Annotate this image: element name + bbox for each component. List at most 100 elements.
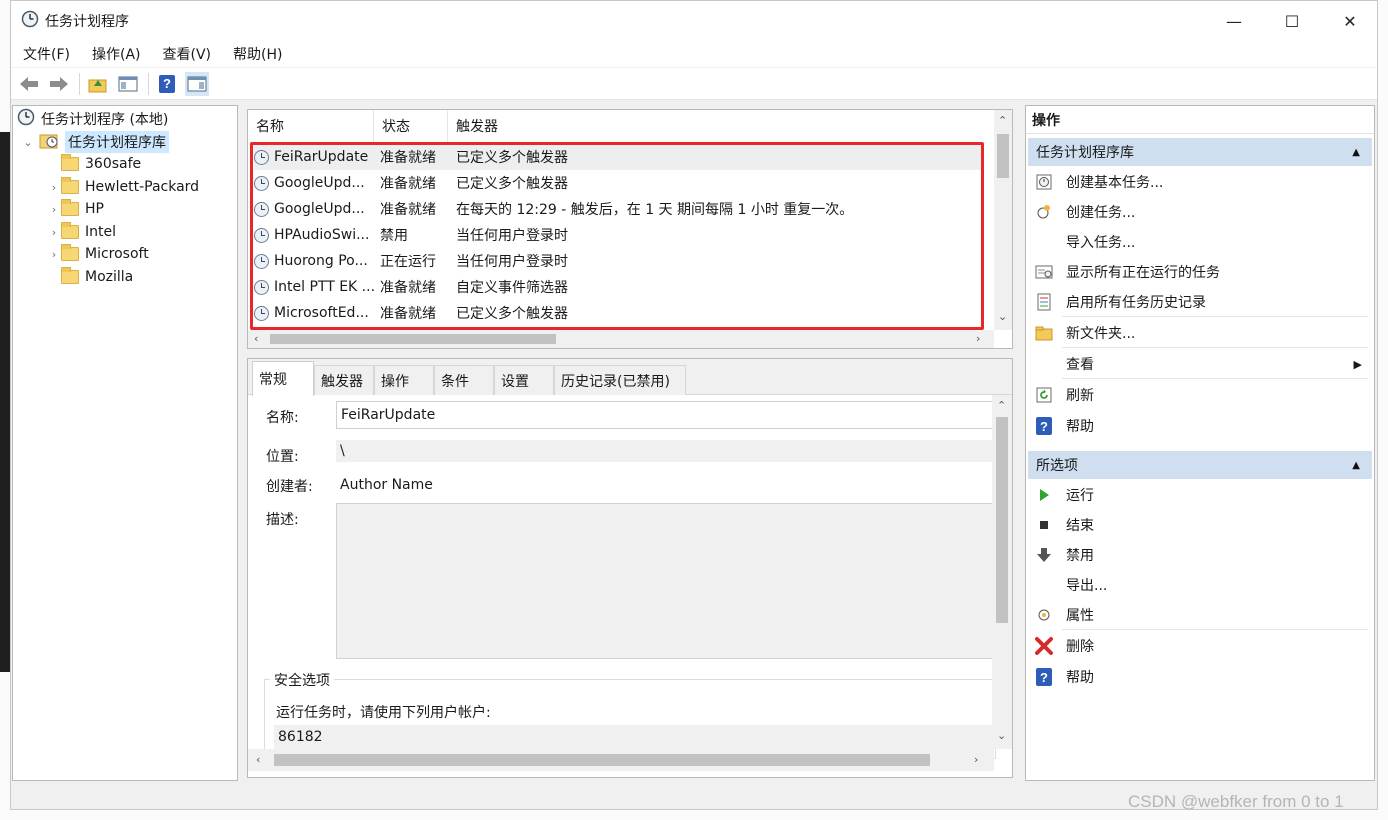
scroll-left-icon[interactable]: ‹ [254,332,258,345]
scroll-down-icon[interactable]: ⌄ [997,729,1006,742]
clock-app-icon [21,10,39,32]
table-row[interactable]: FeiRarUpdate 准备就绪 已定义多个触发器 [254,144,984,170]
tree-folder[interactable]: 360safe [47,153,141,175]
scroll-thumb[interactable] [270,334,556,344]
security-user-field[interactable]: 86182 [274,725,996,749]
task-list-horizontal-scrollbar[interactable]: ‹ › [248,330,994,348]
details-horizontal-scrollbar[interactable]: ‹ › [248,749,994,771]
action-run[interactable]: 运行 [1034,480,1366,510]
window-title: 任务计划程序 [45,14,129,30]
action-new-folder[interactable]: 新文件夹... [1034,318,1366,348]
location-field[interactable]: \ [336,440,996,462]
description-field[interactable] [336,503,996,659]
action-label: 删除 [1066,639,1094,655]
task-status: 准备就绪 [380,202,436,218]
task-list-vertical-scrollbar[interactable]: ⌃ ⌄ [994,110,1012,330]
action-create-basic-task[interactable]: 创建基本任务... [1034,167,1366,197]
action-refresh[interactable]: 刷新 [1034,380,1366,410]
action-help[interactable]: ? 帮助 [1034,411,1366,441]
tree-folder[interactable]: › Hewlett-Packard [47,176,199,198]
action-label: 显示所有正在运行的任务 [1066,265,1220,281]
column-header-name[interactable]: 名称 [248,110,374,142]
tree-folder[interactable]: › Microsoft [47,243,149,265]
column-header-status[interactable]: 状态 [374,110,448,142]
table-row[interactable]: GoogleUpd... 准备就绪 已定义多个触发器 [254,170,984,196]
action-disable[interactable]: 禁用 [1034,540,1366,570]
action-label: 创建任务... [1066,205,1136,221]
scroll-up-icon[interactable]: ⌃ [997,399,1006,412]
tree-folder[interactable]: › Intel [47,221,116,243]
action-enable-history[interactable]: 启用所有任务历史记录 [1034,287,1366,317]
tree-item-library[interactable]: ⌄ 任务计划程序库 [21,131,169,153]
task-clock-icon [254,175,269,191]
action-help-selected[interactable]: ? 帮助 [1034,662,1366,692]
chevron-right-icon[interactable]: › [47,181,61,194]
action-properties[interactable]: 属性 [1034,600,1366,630]
back-icon[interactable] [17,72,41,96]
action-export[interactable]: 导出... [1034,570,1366,600]
tab-history[interactable]: 历史记录(已禁用) [554,365,686,395]
details-vertical-scrollbar[interactable]: ⌃ ⌄ [992,395,1012,749]
menu-action[interactable]: 操作(A) [80,44,151,64]
menu-bar: 文件(F) 操作(A) 查看(V) 帮助(H) [11,41,1377,67]
tab-conditions[interactable]: 条件 [434,365,494,395]
delete-icon [1034,636,1054,656]
section-selected-item[interactable]: 所选项 ▲ [1028,451,1372,479]
description-label: 描述: [266,512,299,528]
new-folder-icon [1034,323,1054,343]
action-show-running-tasks[interactable]: 显示所有正在运行的任务 [1034,257,1366,287]
author-field[interactable]: Author Name [336,471,996,499]
action-view[interactable]: 查看 ▶ [1034,349,1366,379]
action-delete[interactable]: 删除 [1034,631,1366,661]
chevron-right-icon[interactable]: › [47,248,61,261]
tree-folder[interactable]: › HP [47,198,104,220]
tree-folder[interactable]: Mozilla [47,266,133,288]
table-row[interactable]: HPAudioSwi... 禁用 当任何用户登录时 [254,222,984,248]
table-row[interactable]: Huorong Po... 正在运行 当任何用户登录时 [254,248,984,274]
maximize-button[interactable]: ☐ [1263,1,1321,41]
task-status: 准备就绪 [380,176,436,192]
minimize-button[interactable]: — [1205,1,1263,41]
scroll-thumb[interactable] [274,754,930,766]
chevron-down-icon[interactable]: ⌄ [21,136,35,149]
chevron-right-icon[interactable]: › [47,226,61,239]
create-task-icon [1034,202,1054,222]
show-hide-console-tree-icon[interactable] [116,72,140,96]
table-row[interactable]: Intel PTT EK ... 准备就绪 自定义事件筛选器 [254,274,984,300]
close-button[interactable]: ✕ [1321,1,1377,41]
table-row[interactable]: MicrosoftEd... 准备就绪 已定义多个触发器 [254,300,984,326]
scroll-left-icon[interactable]: ‹ [256,753,260,766]
section-task-library[interactable]: 任务计划程序库 ▲ [1028,138,1372,166]
tab-general[interactable]: 常规 [252,361,314,396]
scroll-thumb[interactable] [996,417,1008,623]
tree-folder-label: HP [85,201,104,217]
divider [1062,316,1368,317]
tab-settings[interactable]: 设置 [494,365,554,395]
scroll-up-icon[interactable]: ⌃ [998,114,1007,127]
tree-root[interactable]: 任务计划程序 (本地) [17,108,168,130]
title-bar[interactable]: 任务计划程序 — ☐ ✕ [11,1,1377,41]
menu-help[interactable]: 帮助(H) [221,44,292,64]
menu-file[interactable]: 文件(F) [11,44,80,64]
show-hide-action-pane-icon[interactable] [185,71,209,96]
forward-icon[interactable] [47,72,71,96]
scroll-thumb[interactable] [997,134,1009,178]
action-create-task[interactable]: 创建任务... [1034,197,1366,227]
action-import-task[interactable]: 导入任务... [1034,227,1366,257]
scroll-right-icon[interactable]: › [976,332,980,345]
action-end[interactable]: 结束 [1034,510,1366,540]
up-folder-icon[interactable] [86,72,110,96]
scroll-right-icon[interactable]: › [974,753,978,766]
tab-triggers[interactable]: 触发器 [314,365,374,395]
author-label: 创建者: [266,479,313,495]
table-row[interactable]: GoogleUpd... 准备就绪 在每天的 12:29 - 触发后，在 1 天… [254,196,984,222]
name-field[interactable]: FeiRarUpdate [336,401,996,429]
collapse-icon[interactable]: ▲ [1352,147,1360,158]
column-header-trigger[interactable]: 触发器 [448,110,994,142]
menu-view[interactable]: 查看(V) [151,44,222,64]
chevron-right-icon[interactable]: › [47,203,61,216]
tab-actions[interactable]: 操作 [374,365,434,395]
scroll-down-icon[interactable]: ⌄ [998,310,1007,323]
collapse-icon[interactable]: ▲ [1352,460,1360,471]
help-icon[interactable]: ? [155,72,179,96]
